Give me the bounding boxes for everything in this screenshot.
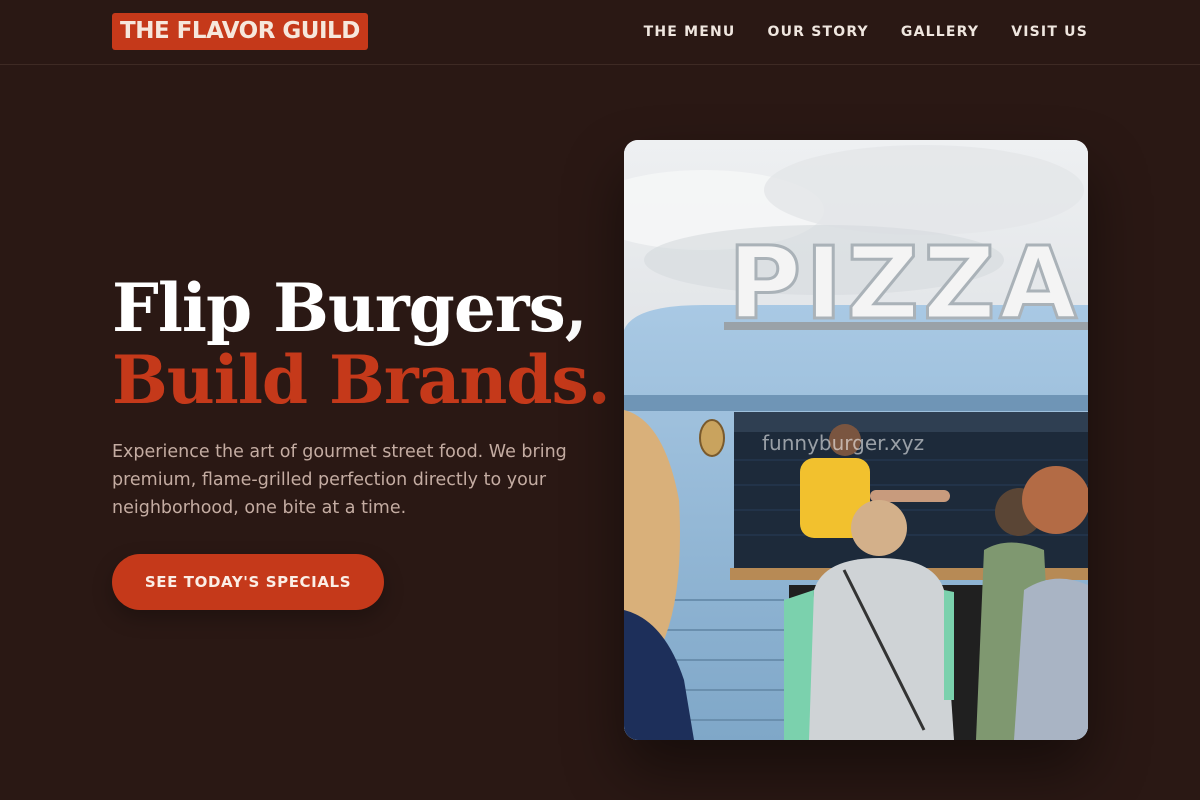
see-specials-button[interactable]: SEE TODAY'S SPECIALS [112, 554, 384, 610]
nav-item-gallery[interactable]: GALLERY [901, 24, 979, 40]
hero-title: Flip Burgers, Build Brands. [112, 269, 611, 419]
hero-title-line-2: Build Brands. [112, 341, 611, 419]
food-truck-illustration: PIZZA funnyburger.xyz [624, 140, 1088, 740]
nav-item-our-story[interactable]: OUR STORY [767, 24, 868, 40]
nav-item-visit-us[interactable]: VISIT US [1011, 24, 1088, 40]
nav-item-menu[interactable]: THE MENU [644, 24, 736, 40]
site-header: THE FLAVOR GUILD THE MENU OUR STORY GALL… [0, 0, 1200, 65]
hero-title-line-1: Flip Burgers, [112, 269, 588, 347]
brand-logo[interactable]: THE FLAVOR GUILD [112, 13, 368, 50]
hero-subtitle: Experience the art of gourmet street foo… [112, 442, 567, 518]
hero-photo: PIZZA funnyburger.xyz [624, 140, 1088, 740]
main-nav: THE MENU OUR STORY GALLERY VISIT US [644, 0, 1088, 64]
watermark-text: funnyburger.xyz [762, 431, 924, 455]
